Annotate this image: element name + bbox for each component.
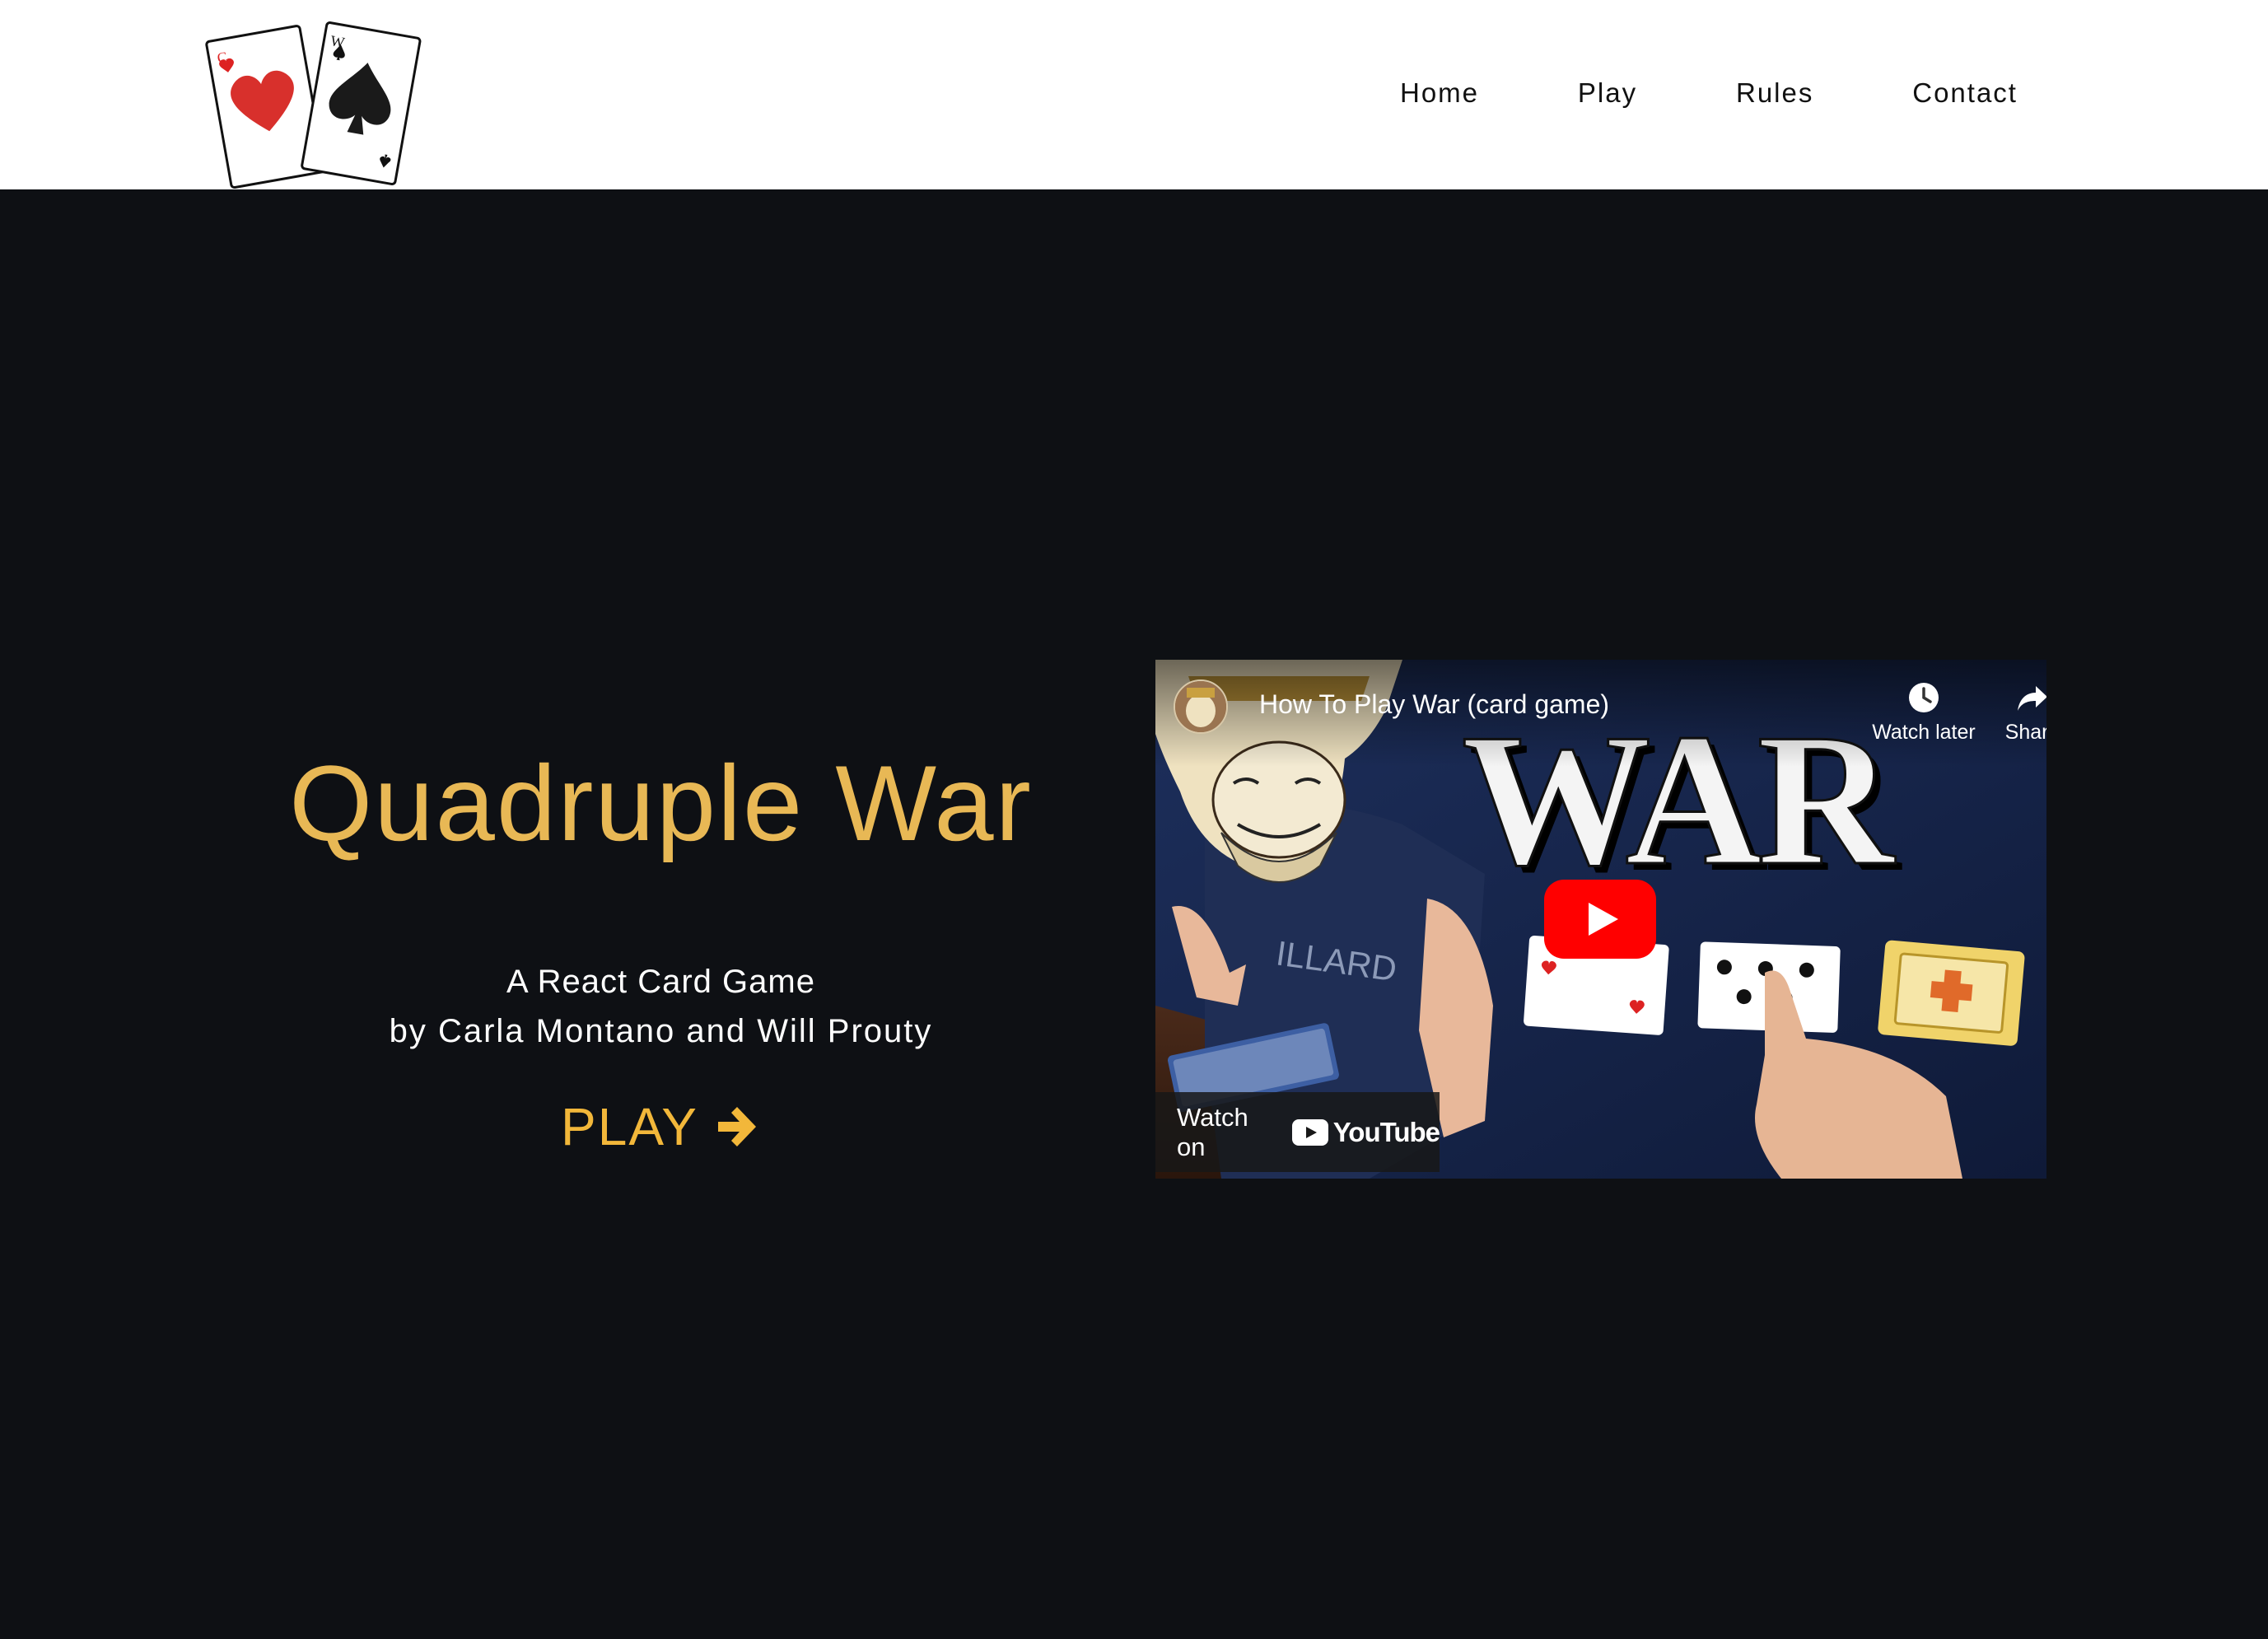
channel-avatar[interactable] [1174, 679, 1228, 734]
youtube-wordmark: YouTube [1332, 1116, 1440, 1147]
playing-cards-logo-icon: C W [205, 21, 422, 189]
authors-text: by Carla Montano and Will Prouty [389, 1013, 933, 1049]
share-icon [2018, 686, 2046, 711]
site-header: C W Home Play Rules Contact [0, 0, 2268, 189]
youtube-logo-icon [1291, 1118, 1328, 1146]
arrow-right-icon [717, 1106, 756, 1146]
nav-contact-link[interactable]: Contact [1912, 77, 2018, 109]
page-title: Quadruple War [289, 743, 1033, 863]
logo-cards[interactable]: C W [202, 16, 432, 189]
clock-icon [1909, 683, 1939, 712]
watch-later-button[interactable]: Watch later [1862, 679, 1986, 745]
watch-later-label: Watch later [1872, 721, 1976, 744]
watch-on-youtube-button[interactable]: Watch on YouTube [1155, 1092, 1440, 1172]
hero-section: Quadruple War A React Card Game by Carla… [0, 189, 2268, 1639]
watch-on-label: Watch on [1177, 1102, 1248, 1161]
video-title[interactable]: How To Play War (card game) [1259, 689, 1609, 720]
youtube-video-embed[interactable]: ILLARD WAR WAR How To Play War (card gam… [1155, 660, 2046, 1179]
main-nav: Home Play Rules Contact [1400, 72, 2018, 114]
youtube-play-icon[interactable] [1544, 880, 1656, 959]
nav-home-link[interactable]: Home [1400, 77, 1479, 109]
nav-play-link[interactable]: Play [1578, 77, 1637, 109]
play-link[interactable]: PLAY [494, 1087, 828, 1165]
share-label: Share [2004, 721, 2046, 744]
share-button[interactable]: Share [1971, 679, 2046, 745]
youtube-logo: YouTube [1291, 1116, 1440, 1148]
king-avatar-icon [1175, 681, 1226, 732]
nav-rules-link[interactable]: Rules [1736, 77, 1813, 109]
subtitle: A React Card Game [506, 964, 815, 1000]
play-label: PLAY [561, 1096, 698, 1156]
